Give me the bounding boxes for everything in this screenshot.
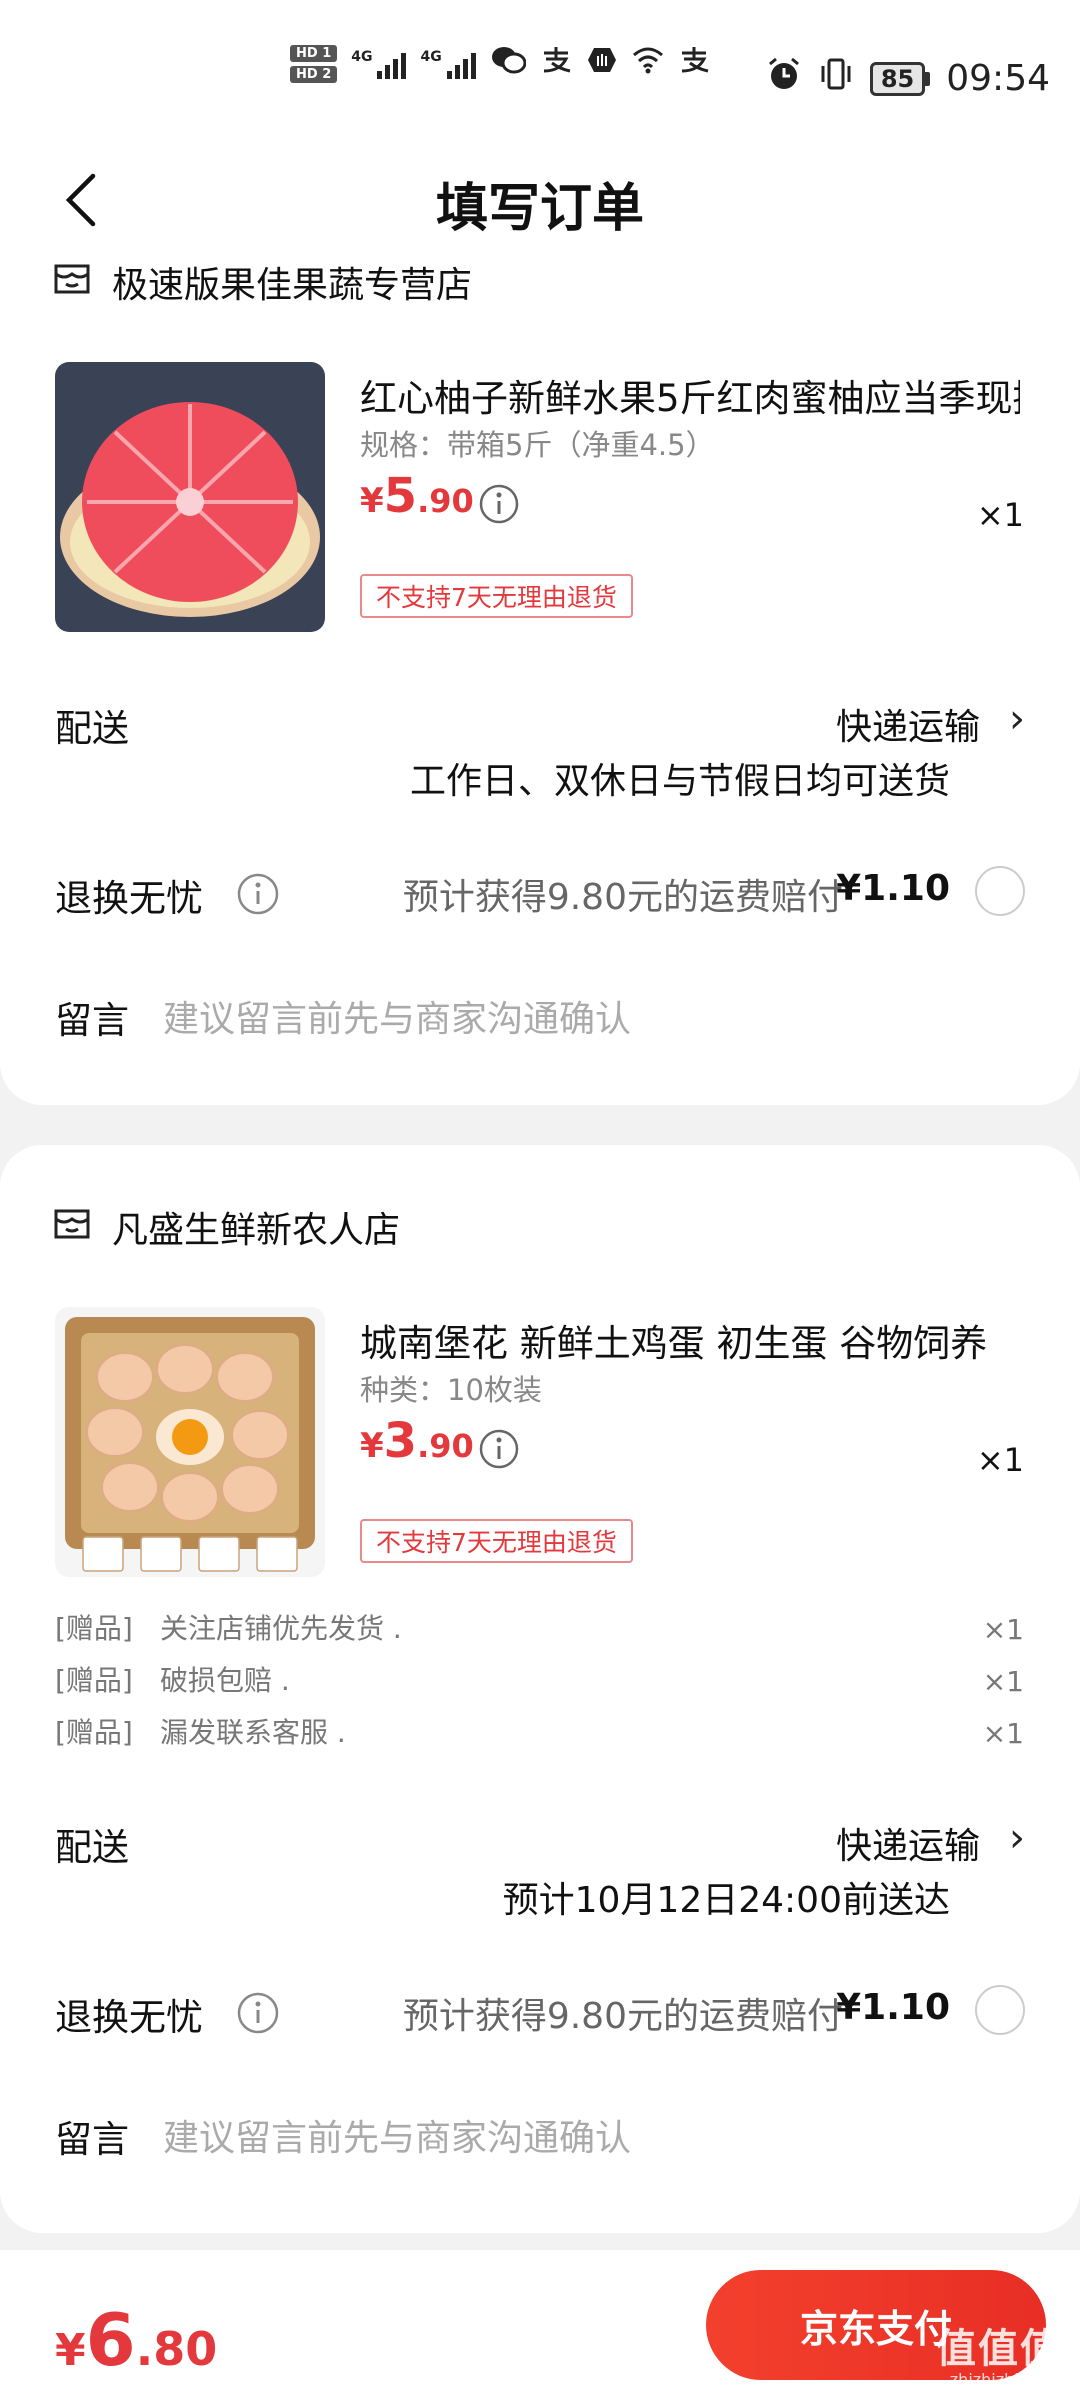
price-dec-2: .90 [417,1427,474,1465]
no-return-tag-2: 不支持7天无理由退货 [360,1519,633,1563]
gift-qty: ×1 [982,1717,1024,1750]
gift-name: 关注店铺优先发货 . [160,1612,402,1645]
delivery-label-2: 配送 [55,1826,129,1869]
watermark: 值值值 [936,2326,1062,2372]
hand-icon [586,44,618,84]
return-info-icon[interactable] [236,872,280,916]
wechat-icon [490,45,527,83]
gift-item: [赠品] 破损包赔 . ×1 [55,1659,1024,1699]
product-price-1: ¥ 5 .90 [360,468,474,524]
store-icon [52,1207,92,1247]
shop-card-1: 极速版果佳果蔬专营店 红心柚子新鲜水果5斤红肉蜜柚应当季现摘 规格：带箱5斤（净… [0,200,1080,1105]
product-spec-1: 规格：带箱5斤（净重4.5） [360,428,715,462]
gift-qty: ×1 [982,1613,1024,1646]
return-price-1: ¥1.10 [836,868,950,909]
chevron-right-icon[interactable]: › [1009,1815,1025,1861]
price-int-1: 5 [383,468,418,524]
product-qty-2: ×1 [976,1441,1024,1479]
delivery-method-2[interactable]: 快递运输 [836,1817,980,1869]
return-desc-1: 预计获得9.80元的运费赔付 [402,877,843,918]
shop-card-2: 凡盛生鲜新农人店 城南堡花 新鲜土鸡蛋 初生蛋 谷物饲养 种类：10枚装 ¥ 3… [0,1145,1080,2233]
alipay-icon-2 [678,45,710,83]
gift-tag: [赠品] [55,1716,133,1749]
clock: 09:54 [946,58,1050,99]
shop-header-1[interactable]: 极速版果佳果蔬专营店 [52,256,472,308]
shop-header-2[interactable]: 凡盛生鲜新农人店 [52,1201,400,1253]
return-radio-2[interactable] [975,1985,1025,2035]
gift-item: [赠品] 漏发联系客服 . ×1 [55,1711,1024,1751]
price-currency-2: ¥ [360,1426,384,1466]
price-int-2: 3 [383,1413,418,1469]
return-desc-2: 预计获得9.80元的运费赔付 [402,1996,843,2037]
message-label-2: 留言 [55,2118,129,2161]
product-title-2[interactable]: 城南堡花 新鲜土鸡蛋 初生蛋 谷物饲养 [360,1313,1020,1367]
no-return-tag-1: 不支持7天无理由退货 [360,574,633,618]
gift-name: 漏发联系客服 . [160,1716,346,1749]
price-info-icon[interactable] [478,1428,520,1470]
hd1-badge: HD 1 [290,45,338,62]
product-spec-2: 种类：10枚装 [360,1373,542,1407]
delivery-method-1[interactable]: 快递运输 [836,698,980,750]
store-icon [52,262,92,302]
total-currency: ¥ [55,2325,86,2376]
delivery-note-2: 预计10月12日24:00前送达 [502,1880,950,1921]
gift-qty: ×1 [982,1665,1024,1698]
product-price-2: ¥ 3 .90 [360,1413,474,1469]
message-input-1[interactable]: 建议留言前先与商家沟通确认 [163,990,631,1042]
return-label-2: 退换无忧 [55,1996,203,2039]
chevron-right-icon[interactable]: › [1009,696,1025,742]
status-right: 85 09:54 [766,56,1050,101]
price-currency-1: ¥ [360,481,384,521]
gift-item: [赠品] 关注店铺优先发货 . ×1 [55,1607,1024,1647]
nav-header: 填写订单 [0,140,1080,260]
gift-tag: [赠品] [55,1664,133,1697]
total-price: ¥ 6 .80 [55,2298,217,2382]
delivery-note-1: 工作日、双休日与节假日均可送货 [409,761,950,802]
battery-level: 85 [869,61,926,96]
alipay-icon [540,45,572,83]
product-title-1[interactable]: 红心柚子新鲜水果5斤红肉蜜柚应当季现摘 [360,368,1020,422]
price-dec-1: .90 [417,482,474,520]
return-price-2: ¥1.10 [836,1987,950,2028]
shop-name-1: 极速版果佳果蔬专营店 [112,265,473,306]
message-label-1: 留言 [55,999,129,1042]
price-info-icon[interactable] [478,483,520,525]
message-input-2[interactable]: 建议留言前先与商家沟通确认 [163,2109,631,2161]
alarm-icon [766,56,802,101]
total-int: 6 [85,2298,136,2382]
vibrate-icon [818,56,854,101]
checkout-bar: ¥ 6 .80 京东支付 值值值 zhizhizhi.com [0,2250,1080,2400]
status-left: HD 1 HD 2 4G 4G [290,44,710,84]
wifi-icon [632,45,664,83]
product-image-eggs[interactable] [55,1307,325,1577]
watermark-url: zhizhizhi.com [949,2370,1058,2389]
signal-1-icon: 4G [351,49,407,79]
hd-badges: HD 1 HD 2 [290,45,338,83]
gift-tag: [赠品] [55,1612,133,1645]
signal-2-icon: 4G [420,49,476,79]
shop-name-2: 凡盛生鲜新农人店 [112,1210,401,1251]
product-qty-1: ×1 [976,496,1024,534]
total-dec: .80 [135,2322,218,2376]
return-radio-1[interactable] [975,866,1025,916]
battery-icon: 85 [869,61,931,96]
gift-name: 破损包赔 . [160,1664,290,1697]
delivery-label-1: 配送 [55,707,129,750]
return-label-1: 退换无忧 [55,877,203,920]
product-image-grapefruit[interactable] [55,362,325,632]
status-bar: HD 1 HD 2 4G 4G 85 09:54 [0,0,1080,140]
page-title: 填写订单 [435,179,644,239]
return-info-icon[interactable] [236,1991,280,2035]
hd2-badge: HD 2 [290,66,338,83]
